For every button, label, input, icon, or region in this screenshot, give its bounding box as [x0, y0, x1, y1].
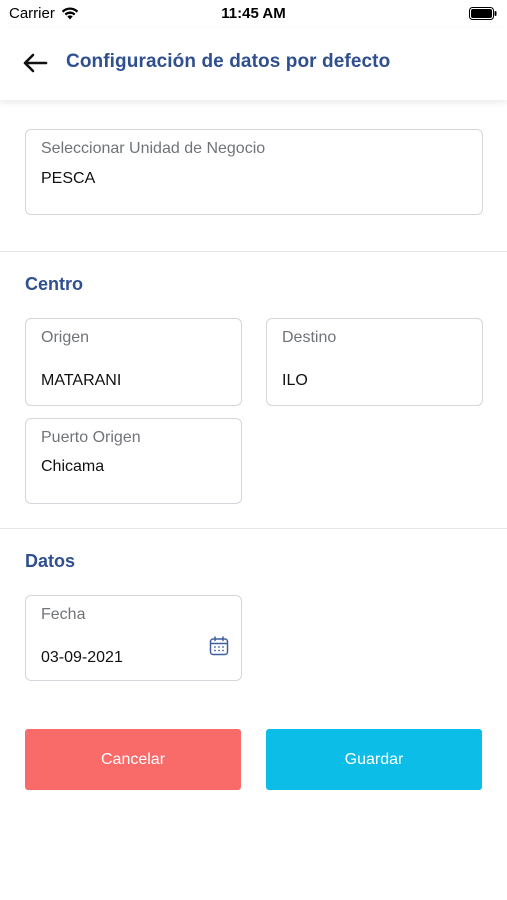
- origen-field[interactable]: Origen MATARANI: [25, 318, 242, 406]
- status-time: 11:45 AM: [221, 5, 286, 22]
- app-header: Configuración de datos por defecto: [0, 28, 507, 100]
- back-button[interactable]: [18, 48, 52, 78]
- puerto-origen-value: Chicama: [41, 458, 105, 475]
- origen-value: MATARANI: [41, 372, 122, 389]
- destino-value: ILO: [282, 372, 308, 389]
- cancel-button[interactable]: Cancelar: [25, 729, 241, 790]
- business-unit-label: Seleccionar Unidad de Negocio: [41, 140, 266, 157]
- app-screen: Carrier 11:45 AM Configuración de datos …: [0, 0, 507, 900]
- fecha-value: 03-09-2021: [41, 649, 123, 666]
- destino-label: Destino: [282, 329, 337, 346]
- calendar-icon[interactable]: [209, 636, 229, 656]
- section-title-centro: Centro: [25, 274, 83, 294]
- save-button[interactable]: Guardar: [266, 729, 482, 790]
- business-unit-select[interactable]: Seleccionar Unidad de Negocio PESCA: [25, 129, 483, 215]
- puerto-origen-label: Puerto Origen: [41, 429, 141, 446]
- business-unit-value: PESCA: [41, 170, 96, 187]
- section-divider: [0, 528, 507, 529]
- status-bar: Carrier 11:45 AM: [0, 0, 507, 28]
- arrow-left-icon: [23, 53, 48, 73]
- battery-icon: [469, 7, 497, 20]
- section-title-datos: Datos: [25, 551, 76, 571]
- fecha-date-picker[interactable]: Fecha 03-09-2021: [25, 595, 242, 681]
- section-divider: [0, 251, 507, 252]
- puerto-origen-field[interactable]: Puerto Origen Chicama: [25, 418, 242, 504]
- origen-label: Origen: [41, 329, 90, 346]
- page-title: Configuración de datos por defecto: [66, 51, 391, 72]
- fecha-label: Fecha: [41, 606, 86, 623]
- destino-field[interactable]: Destino ILO: [266, 318, 483, 406]
